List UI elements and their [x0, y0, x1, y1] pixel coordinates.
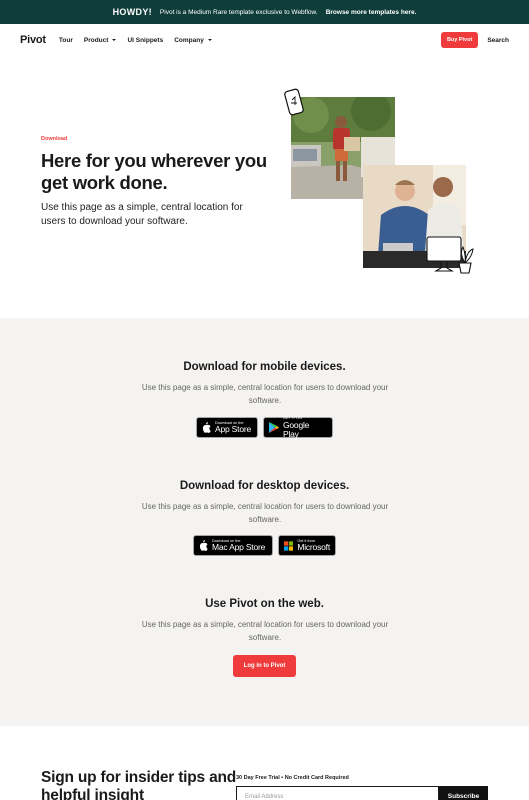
- nav-item-label: UI Snippets: [127, 36, 164, 44]
- signup-title: Sign up for insider tips and helpful ins…: [41, 769, 237, 800]
- apple-icon: [199, 540, 208, 551]
- buy-button[interactable]: Buy Pivot: [440, 32, 479, 48]
- microsoft-store-button[interactable]: Get it from Microsoft: [278, 535, 336, 556]
- web-section-title: Use Pivot on the web.: [205, 598, 324, 610]
- login-button[interactable]: Log in to Pivot: [233, 655, 296, 677]
- promo-banner: HOWDY! Pivot is a Medium Rare template e…: [0, 0, 529, 24]
- mobile-section-subtitle: Use this page as a simple, central locat…: [141, 383, 389, 405]
- google-play-big: Google Play: [282, 419, 310, 439]
- microsoft-store-big: Microsoft: [297, 542, 330, 553]
- email-field[interactable]: Email Address: [236, 786, 439, 800]
- mac-app-store-big: Mac App Store: [212, 542, 266, 553]
- hero-eyebrow: Download: [41, 136, 68, 142]
- nav-links: Tour Product UI Snippets Company: [59, 37, 212, 44]
- mobile-section-title: Download for mobile devices.: [183, 361, 346, 373]
- microsoft-icon: [284, 540, 294, 551]
- banner-link[interactable]: Browse more templates here.: [326, 9, 417, 16]
- trial-note: 30 Day Free Trial • No Credit Card Requi…: [236, 775, 349, 781]
- page-title: Here for you wherever you get work done.: [41, 150, 267, 193]
- app-store-button[interactable]: Download on the App Store: [196, 417, 258, 438]
- banner-howdy: HOWDY!: [112, 7, 152, 17]
- chevron-down-icon: [112, 39, 117, 41]
- desktop-section-subtitle: Use this page as a simple, central locat…: [141, 502, 389, 524]
- apple-icon: [202, 422, 211, 433]
- mac-app-store-button[interactable]: Download on the Mac App Store: [193, 535, 273, 556]
- monitor-plant-doodle-icon: [426, 236, 474, 274]
- web-section-subtitle: Use this page as a simple, central locat…: [141, 620, 389, 642]
- phone-doodle-icon: [284, 88, 304, 116]
- nav-actions: Buy Pivot Search: [440, 32, 509, 48]
- logo[interactable]: Pivot: [20, 34, 46, 46]
- desktop-section-title: Download for desktop devices.: [179, 480, 350, 492]
- google-play-text: GET IT ON Google Play: [283, 416, 327, 439]
- main-nav: Pivot Tour Product UI Snippets Company B…: [0, 24, 529, 56]
- chevron-down-icon: [207, 39, 212, 41]
- search-link[interactable]: Search: [487, 37, 509, 44]
- google-play-button[interactable]: GET IT ON Google Play: [263, 416, 333, 439]
- hero-subtitle: Use this page as a simple, central locat…: [41, 202, 243, 227]
- banner-text: Pivot is a Medium Rare template exclusiv…: [159, 8, 318, 16]
- nav-item-label: Tour: [58, 36, 73, 44]
- nav-item-ui-snippets[interactable]: UI Snippets: [127, 37, 163, 44]
- app-store-big: App Store: [215, 424, 252, 435]
- microsoft-store-text: Get it from Microsoft: [297, 539, 330, 553]
- app-store-text: Download on the App Store: [215, 421, 251, 435]
- nav-item-product[interactable]: Product: [84, 37, 117, 44]
- nav-item-tour[interactable]: Tour: [59, 37, 73, 44]
- google-play-icon: [269, 422, 279, 433]
- nav-item-company[interactable]: Company: [174, 37, 212, 44]
- nav-item-label: Company: [174, 36, 204, 44]
- nav-item-label: Product: [83, 36, 109, 44]
- mac-app-store-text: Download on the Mac App Store: [212, 539, 265, 553]
- subscribe-button[interactable]: Subscribe: [439, 786, 488, 800]
